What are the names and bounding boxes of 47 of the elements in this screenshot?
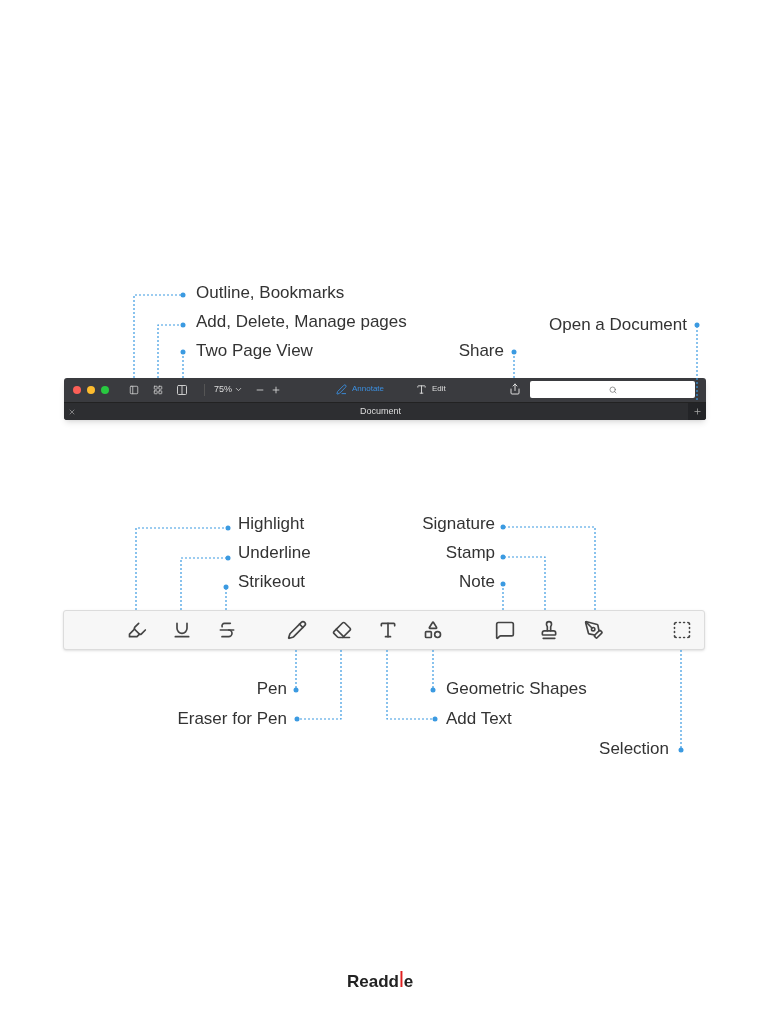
callout-label: Geometric Shapes [446,679,587,699]
mode-tab[interactable]: Edit [416,383,446,395]
callout-label: Share [458,341,504,361]
callout-label: Stamp [445,543,495,563]
shapes-icon[interactable] [423,620,443,640]
callout-label: Underline [238,543,311,563]
callout-label: Pen [256,679,287,699]
callout-label: Open a Document [549,315,687,335]
text-icon[interactable] [378,620,398,640]
fountain-pen-icon[interactable] [584,620,604,640]
callout-label: Eraser for Pen [177,709,287,729]
callout-label: Highlight [238,514,305,534]
new-tab-button[interactable] [688,403,706,420]
plus-icon [692,407,702,416]
close-window-button[interactable] [73,386,81,394]
strikethrough-icon[interactable] [217,620,237,640]
two-page-icon[interactable] [176,384,188,396]
logo: Readdle [347,966,414,994]
callout-label: Add, Delete, Manage pages [196,312,407,332]
zoom-dropdown[interactable]: 75% [214,383,243,397]
pen-icon [336,383,347,395]
zoom-window-button[interactable] [101,386,109,394]
grid-icon[interactable] [153,385,163,395]
callout-label: Strikeout [238,572,306,592]
close-tab-icon[interactable] [68,408,76,416]
underline-icon[interactable] [172,620,192,640]
tab-title[interactable]: Document [360,405,402,419]
callout-label: Note [459,572,495,592]
sidebar-icon[interactable] [129,385,139,395]
leader-line [511,349,517,381]
highlighter-icon[interactable] [127,620,147,640]
search-field[interactable] [530,381,695,398]
search-icon [608,385,617,394]
callout-label: Add Text [446,709,512,729]
speech-bubble-icon[interactable] [495,620,515,640]
stamp-icon[interactable] [539,620,559,640]
share-icon[interactable] [509,383,521,395]
zoom-in-icon[interactable] [271,385,281,395]
pencil-icon[interactable] [287,620,307,640]
callout-label: Signature [422,514,495,534]
selection-icon[interactable] [672,620,692,640]
callout-label: Selection [599,739,669,759]
text-cursor-icon [416,383,427,395]
minimize-window-button[interactable] [87,386,95,394]
eraser-icon[interactable] [332,620,352,640]
callout-label: Outline, Bookmarks [196,283,345,303]
callout-label: Two Page View [196,341,313,361]
